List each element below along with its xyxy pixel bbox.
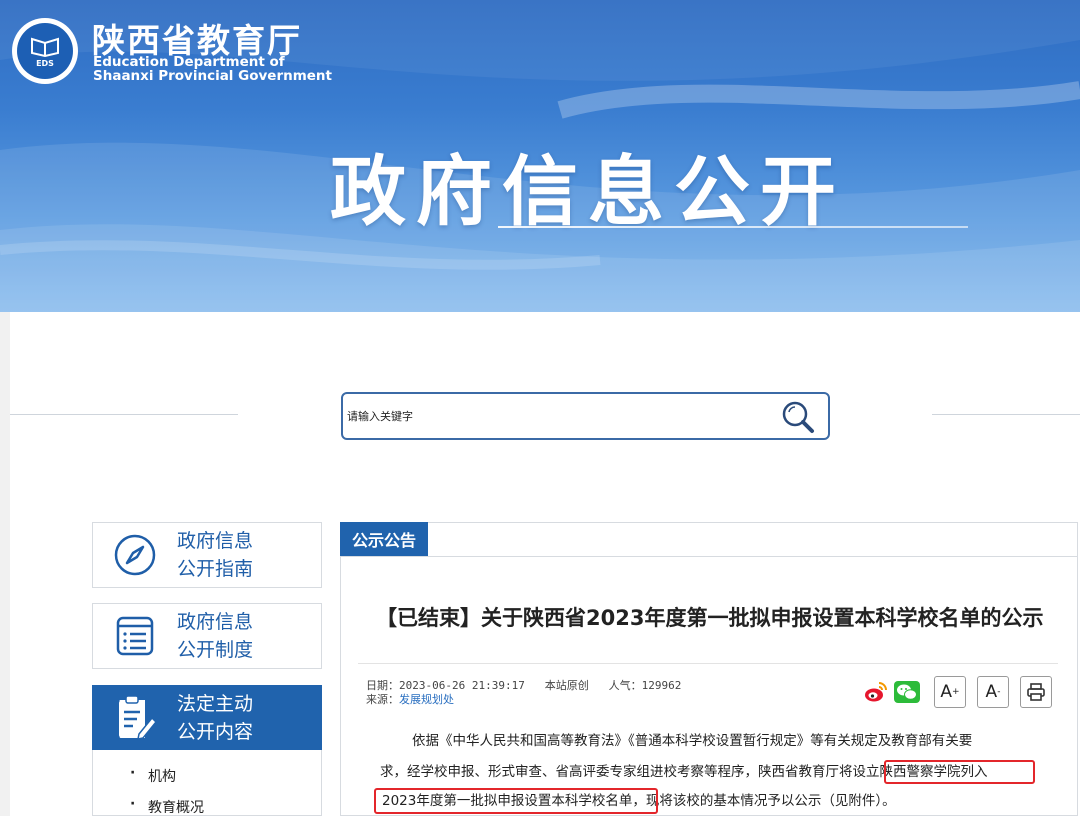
- banner-title: 政府信息公开: [330, 147, 846, 236]
- compass-icon: [93, 533, 177, 577]
- font-increase-button[interactable]: A +: [934, 676, 966, 708]
- article-meta-line2: 来源：发展规划处: [366, 691, 454, 707]
- font-decrease-label: A: [985, 682, 998, 702]
- sidebar-item-label: 法定主动 公开内容: [177, 690, 253, 746]
- sidebar-item-line2: 公开内容: [177, 721, 254, 743]
- banner-underline: [498, 226, 968, 228]
- sidebar-item-line1: 政府信息: [177, 611, 254, 633]
- book-icon: [31, 37, 59, 57]
- sidebar-item-line2: 公开制度: [177, 639, 254, 661]
- search-box: [341, 392, 830, 440]
- sidebar-item-line2: 公开指南: [177, 558, 254, 580]
- sidebar-item-label: 政府信息 公开制度: [177, 608, 253, 664]
- search-button[interactable]: [779, 398, 819, 436]
- highlight-box: [374, 788, 658, 814]
- meta-divider: [358, 663, 1058, 664]
- sidebar-item-system[interactable]: 政府信息 公开制度: [92, 603, 322, 669]
- emblem-inner: EDS: [17, 23, 73, 79]
- paragraph-text: ，现将该校的基本情况予以公示（见附件）。: [632, 793, 896, 809]
- views-label: 人气：: [608, 679, 642, 692]
- logo-emblem[interactable]: EDS: [12, 18, 78, 84]
- edit-document-icon: [93, 694, 177, 742]
- sidebar-item-line1: 法定主动: [177, 693, 254, 715]
- view-count: 129962: [641, 679, 682, 692]
- source-label: 来源：: [366, 693, 399, 706]
- search-divider-left: [10, 414, 238, 415]
- sidebar-subitem-institution[interactable]: 机构: [130, 765, 176, 786]
- source-link[interactable]: 发展规划处: [399, 693, 454, 706]
- emblem-text: EDS: [36, 58, 54, 68]
- search-divider-right: [932, 414, 1080, 415]
- sidebar-item-guide[interactable]: 政府信息 公开指南: [92, 522, 322, 588]
- document-list-icon: [93, 615, 177, 657]
- sidebar-item-line1: 政府信息: [177, 530, 254, 552]
- magnifier-icon: [782, 401, 814, 433]
- font-increase-label: A: [940, 682, 953, 702]
- header-banner: EDS 陕西省教育厅 Education Department of Shaan…: [0, 0, 1080, 312]
- print-icon: [1027, 683, 1045, 701]
- sidebar-item-statutory[interactable]: 法定主动 公开内容: [92, 685, 322, 751]
- highlight-box: [884, 760, 1035, 784]
- origin-label: 本站原创: [544, 679, 589, 692]
- sidebar-item-label: 政府信息 公开指南: [177, 527, 253, 583]
- org-name-en-line2: Shaanxi Provincial Government: [93, 68, 332, 84]
- tab-divider: [340, 556, 1078, 557]
- sidebar-sublist: 机构 教育概况: [92, 750, 322, 816]
- weibo-share-icon[interactable]: [864, 676, 888, 708]
- article-title: 【已结束】关于陕西省2023年度第一批拟申报设置本科学校名单的公示: [376, 606, 1044, 630]
- search-input[interactable]: [347, 402, 767, 430]
- sidebar-subitem-overview[interactable]: 教育概况: [130, 796, 204, 816]
- paragraph-line-1: 依据《中华人民共和国高等教育法》《普通本科学校设置暂行规定》等有关规定及教育部有…: [412, 733, 973, 749]
- tab-announcements[interactable]: 公示公告: [340, 522, 428, 556]
- paragraph-text: 求，经学校申报、形式审查、省高评委专家组进校考察等程序，陕西省教育厅将: [380, 764, 853, 780]
- wechat-share-icon[interactable]: [894, 676, 920, 708]
- print-button[interactable]: [1020, 676, 1052, 708]
- font-decrease-button[interactable]: A-: [977, 676, 1009, 708]
